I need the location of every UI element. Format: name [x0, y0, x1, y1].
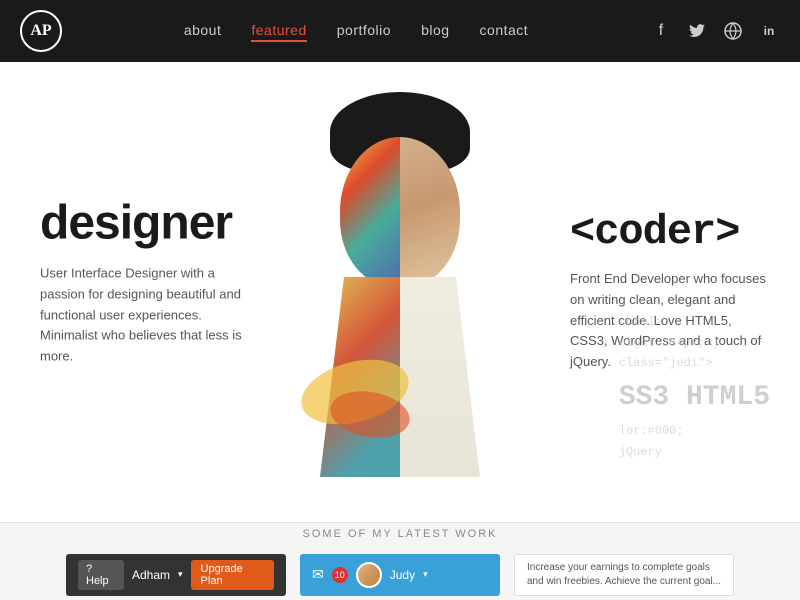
mail-icon: ✉ — [312, 566, 324, 583]
work-card-1: ? Help Adham ▾ Upgrade Plan — [66, 554, 286, 596]
code-line-5: jQuery — [619, 442, 770, 462]
work-cards: ? Help Adham ▾ Upgrade Plan ✉ 10 Judy ▾ … — [46, 554, 754, 596]
person-artwork — [270, 82, 530, 502]
nav-links: about featured portfolio blog contact — [184, 22, 528, 40]
social-icons: f in — [650, 20, 780, 42]
css3-label: SS3 HTML5 — [619, 382, 770, 413]
dribbble-icon[interactable] — [722, 20, 744, 42]
card3-text: Increase your earnings to complete goals… — [527, 561, 721, 589]
nav-link-blog[interactable]: blog — [421, 22, 449, 38]
nav-item-featured[interactable]: featured — [251, 22, 306, 40]
nav-item-contact[interactable]: contact — [480, 22, 529, 40]
designer-block: designer User Interface Designer with a … — [40, 200, 260, 368]
linkedin-icon[interactable]: in — [758, 20, 780, 42]
nav-link-contact[interactable]: contact — [480, 22, 529, 38]
code-line-4: lor:#000; — [619, 421, 770, 441]
work-card-2: ✉ 10 Judy ▾ — [300, 554, 500, 596]
code-line-3: class="jedi"> — [619, 353, 770, 373]
facebook-icon[interactable]: f — [650, 20, 672, 42]
chevron-down-icon: ▾ — [178, 569, 183, 580]
code-watermark: <html> eight:184px; } class="jedi"> SS3 … — [619, 312, 770, 462]
nav-link-featured[interactable]: featured — [251, 22, 306, 42]
face-color-half — [340, 137, 400, 287]
code-line-css: SS3 HTML5 — [619, 374, 770, 422]
face — [340, 137, 460, 287]
designer-desc: User Interface Designer with a passion f… — [40, 264, 260, 368]
notification-badge: 10 — [332, 567, 348, 583]
navbar: AP about featured portfolio blog contact… — [0, 0, 800, 62]
avatar — [356, 562, 382, 588]
latest-work-section: SOME OF MY LATEST WORK ? Help Adham ▾ Up… — [0, 522, 800, 600]
designer-title: designer — [40, 200, 260, 248]
hero-section: designer User Interface Designer with a … — [0, 62, 800, 522]
nav-link-portfolio[interactable]: portfolio — [337, 22, 391, 38]
chevron-down-icon-2: ▾ — [423, 569, 428, 580]
coder-title: <coder> — [570, 211, 770, 253]
nav-item-about[interactable]: about — [184, 22, 222, 40]
latest-work-title: SOME OF MY LATEST WORK — [303, 528, 498, 540]
nav-item-portfolio[interactable]: portfolio — [337, 22, 391, 40]
nav-link-about[interactable]: about — [184, 22, 222, 38]
upgrade-button[interactable]: Upgrade Plan — [191, 560, 274, 590]
work-card-3: Increase your earnings to complete goals… — [514, 554, 734, 596]
logo[interactable]: AP — [20, 10, 62, 52]
card2-name: Judy — [390, 568, 415, 582]
help-button[interactable]: ? Help — [78, 560, 124, 590]
code-line-1: <html> — [619, 312, 770, 332]
hero-image — [250, 62, 550, 522]
twitter-icon[interactable] — [686, 20, 708, 42]
code-line-2: eight:184px; } — [619, 333, 770, 353]
card1-name: Adham — [132, 568, 170, 582]
nav-item-blog[interactable]: blog — [421, 22, 449, 40]
notif-count: 10 — [335, 570, 345, 580]
logo-text: AP — [30, 22, 51, 40]
